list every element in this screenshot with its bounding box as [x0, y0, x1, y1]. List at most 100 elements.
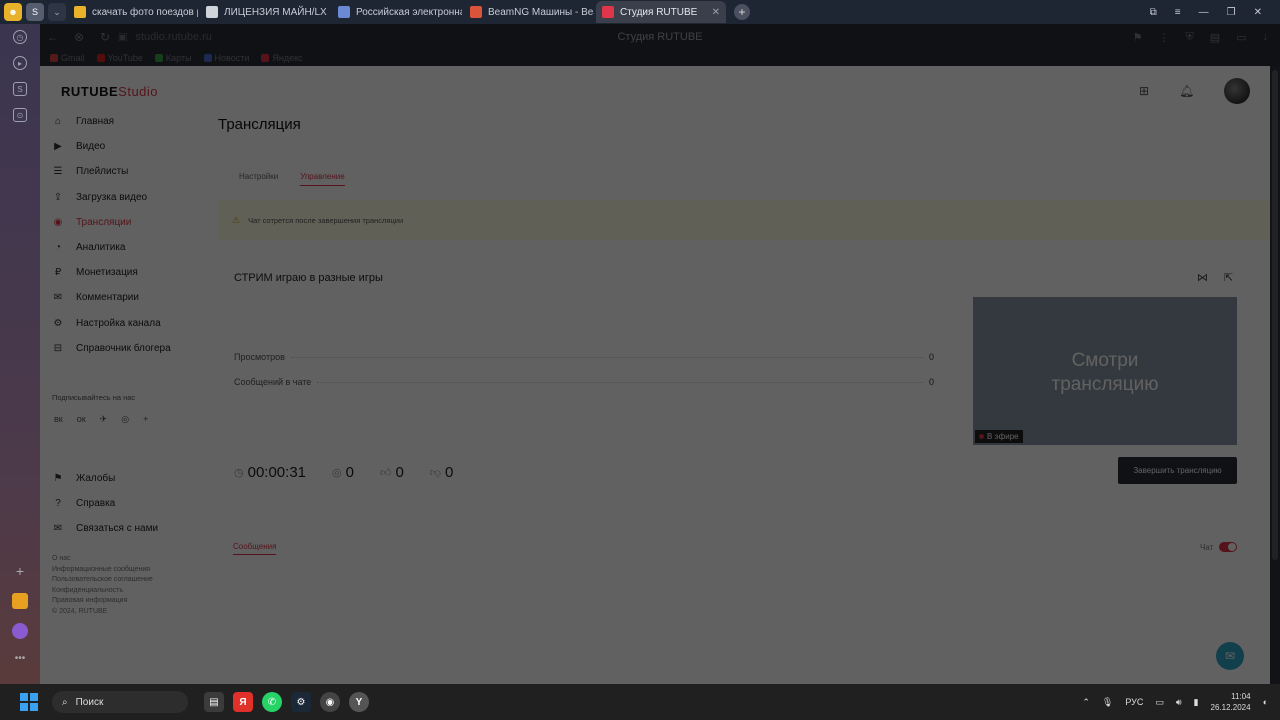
new-tab-button[interactable]: + [734, 4, 750, 20]
browser-tab[interactable]: ЛИЦЕНЗИЯ МАЙН/LX S [200, 1, 330, 23]
money-icon: ₽ [54, 267, 62, 279]
sidebar-item[interactable]: ☰ Плейлисты [52, 159, 212, 184]
bookmark-item[interactable]: Яндекс [261, 53, 303, 63]
taskbar-clock[interactable]: 11:04 26.12.2024 [1211, 691, 1251, 713]
notifications-icon[interactable]: ◐ [1263, 697, 1268, 707]
bell-icon[interactable]: 🔔︎ [1179, 84, 1194, 98]
collections-icon[interactable]: ⧉ [1150, 7, 1157, 18]
page-scrollbar[interactable] [1270, 66, 1280, 684]
search-placeholder: Поиск [75, 696, 104, 708]
workspace-icon[interactable]: ☻ [4, 3, 22, 21]
close-window-button[interactable]: ✕ [1254, 7, 1262, 18]
rutube-studio-logo[interactable]: RUTUBEStudio [61, 84, 158, 99]
scrollbar-thumb[interactable] [1272, 70, 1278, 560]
screenshot-icon[interactable]: ⊙ [13, 108, 27, 122]
add-video-icon[interactable]: ⊞ [1139, 84, 1149, 98]
maximize-button[interactable]: ❐ [1227, 7, 1236, 18]
minimize-button[interactable]: — [1199, 7, 1209, 18]
stat-views: Просмотров 0 [234, 349, 934, 365]
bookmark-item[interactable]: Новости [203, 53, 249, 63]
sidebar-item[interactable]: ⇪ Загрузка видео [52, 185, 212, 210]
sidebar-item[interactable]: ⚑ Жалобы [52, 466, 212, 491]
social-link-icon[interactable]: + [143, 414, 148, 425]
language-indicator[interactable]: РУС [1125, 697, 1143, 707]
sidebar-item[interactable]: ? Справка [52, 491, 212, 516]
sidebar-item[interactable]: ◔ Аналитика [52, 235, 212, 260]
tab-title: ЛИЦЕНЗИЯ МАЙН/LX S [224, 6, 330, 18]
end-stream-button[interactable]: Завершить трансляцию [1118, 457, 1237, 484]
footer-link[interactable]: © 2024, RUTUBE [52, 607, 153, 618]
add-panel-icon[interactable]: + [16, 563, 24, 579]
bookmark-favicon-icon [261, 54, 270, 62]
sidebar-item[interactable]: ✉ Комментарии [52, 285, 212, 310]
sidebar-item[interactable]: ⌂ Главная [52, 109, 212, 134]
tab-title: BeamNG Машины - Beam [488, 6, 594, 18]
social-link-icon[interactable]: ◎ [121, 414, 129, 425]
sidebar-item[interactable]: ✉ Связаться с нами [52, 516, 212, 541]
support-chat-button[interactable]: ✉ [1216, 642, 1244, 670]
browser-menu-icon[interactable]: ≡ [1175, 7, 1181, 18]
social-link-icon[interactable]: ок [77, 414, 86, 425]
stream-preview[interactable]: Смотри трансляцию В эфире [973, 297, 1237, 445]
taskbar-search[interactable]: ⌕ Поиск [52, 691, 188, 713]
comments-icon: ✉ [53, 292, 63, 304]
alice-icon[interactable] [12, 623, 28, 639]
footer-link[interactable]: Информационные сообщения [52, 565, 153, 576]
browser-tab[interactable]: скачать фото поездов рж [68, 1, 198, 23]
sidebar-item[interactable]: ◉ Трансляции [52, 210, 212, 235]
chat-toggle[interactable]: Чат [1200, 542, 1238, 552]
sidebar-item[interactable]: ₽ Монетизация [52, 260, 212, 285]
sidebar-item[interactable]: ▶ Видео [52, 134, 212, 159]
tab-favicon-icon [602, 6, 614, 18]
more-icon[interactable]: ••• [15, 653, 26, 664]
windows-taskbar: ⌕ Поиск ▤ Я ✆ ⚙ ◉ Y ⌃ 🎙︎ РУС ▭ 🔊︎ ▮ 11:0… [0, 684, 1280, 720]
footer-link[interactable]: Конфиденциальность [52, 586, 153, 597]
browser-tab[interactable]: Российская электронна [332, 1, 462, 23]
history-icon[interactable]: ◷ [13, 30, 27, 44]
mail-app-icon[interactable] [12, 593, 28, 609]
social-link-icon[interactable]: вк [54, 414, 63, 425]
bookmark-label: Яндекс [272, 53, 303, 63]
footer-link[interactable]: О нас [52, 554, 153, 565]
content-tab[interactable]: Управление [300, 172, 345, 186]
content-tab[interactable]: Настройки [239, 172, 278, 186]
browser-tab[interactable]: BeamNG Машины - Beam [464, 1, 594, 23]
chat-switch[interactable] [1219, 542, 1238, 552]
video-icon: ▶ [54, 141, 62, 153]
avatar[interactable] [1224, 78, 1251, 104]
play-icon[interactable]: ▸ [13, 56, 27, 70]
tray-chevron-icon[interactable]: ⌃ [1082, 697, 1090, 708]
task-view-icon[interactable]: ▤ [204, 692, 224, 712]
yandex-browser-icon[interactable]: Y [349, 692, 369, 712]
browser-tab[interactable]: Студия RUTUBE ✕ [596, 1, 726, 23]
bookmark-item[interactable]: Карты [154, 53, 192, 63]
search-icon: ⌕ [62, 696, 68, 708]
tab-menu-icon[interactable]: ⌄ [48, 3, 66, 21]
social-link-icon[interactable]: ✈ [100, 414, 108, 425]
bookmark-item[interactable]: Gmail [50, 53, 85, 63]
s-app-icon[interactable]: S [13, 82, 27, 96]
tab-favicon-icon [206, 6, 218, 18]
share-icon[interactable]: ⋈ [1197, 271, 1208, 284]
whatsapp-icon[interactable]: ✆ [262, 692, 282, 712]
chrome-icon[interactable]: ◉ [320, 692, 340, 712]
network-icon[interactable]: ▭ [1155, 697, 1164, 708]
microphone-icon[interactable]: 🎙︎ [1102, 697, 1113, 708]
footer-link[interactable]: Правовая информация [52, 596, 153, 607]
external-link-icon[interactable]: ⇱ [1224, 271, 1233, 284]
studio-sidebar-bottom: ⚑ Жалобы? Справка ✉ Связаться с нами [52, 466, 212, 542]
steam-icon[interactable]: ⚙ [291, 692, 311, 712]
close-tab-icon[interactable]: ✕ [712, 7, 720, 18]
yandex-icon[interactable]: Я [233, 692, 253, 712]
profile-icon[interactable]: S [26, 3, 44, 21]
tab-messages[interactable]: Сообщения [233, 542, 277, 555]
bookmark-item[interactable]: YouTube [96, 53, 143, 63]
chat-notice: ⚠ Чат сотрется после завершения трансляц… [218, 200, 1270, 240]
battery-icon[interactable]: ▮ [1194, 697, 1199, 708]
windows-start-button[interactable] [20, 693, 38, 711]
volume-icon[interactable]: 🔊︎ [1176, 697, 1182, 708]
notice-text: Чат сотрется после завершения трансляции [248, 215, 404, 225]
sidebar-item[interactable]: ⚙ Настройка канала [52, 311, 212, 336]
footer-link[interactable]: Пользовательское соглашение [52, 575, 153, 586]
sidebar-item[interactable]: ⊟ Справочник блогера [52, 336, 212, 361]
